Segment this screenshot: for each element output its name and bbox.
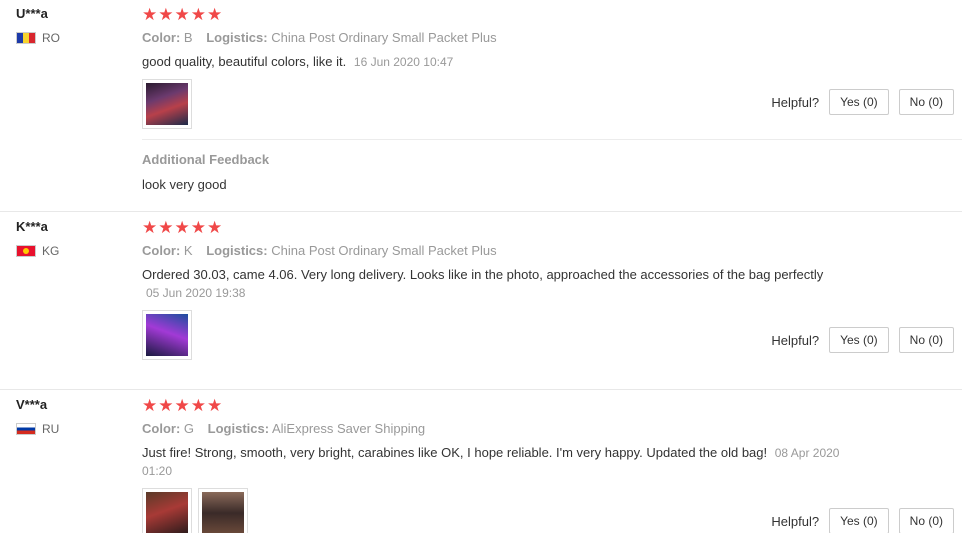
review-text: Ordered 30.03, came 4.06. Very long deli… [142,266,862,302]
star-rating: ★★★★★ [142,218,224,237]
helpful-yes-button[interactable]: Yes (0) [829,89,889,115]
helpful-vote: Helpful? Yes (0) No (0) [771,89,954,115]
helpful-no-button[interactable]: No (0) [898,89,954,115]
logistics-label: Logistics: [207,421,270,436]
helpful-label: Helpful? [771,513,820,529]
helpful-yes-button[interactable]: Yes (0) [829,508,889,533]
color-value: B [183,30,193,45]
country-code: RO [42,31,60,45]
review-photo-thumbnail[interactable] [198,488,248,533]
review-item: V***a RU ★★★★★ Color: G Logistics: AliEx… [0,391,962,533]
country-code: RU [42,422,60,436]
review-item: U***a RO ★★★★★ Color: B Logistics: China… [0,0,962,212]
helpful-vote: Helpful? Yes (0) No (0) [771,327,954,353]
helpful-no-button[interactable]: No (0) [898,508,954,533]
helpful-label: Helpful? [771,94,820,110]
reviewer-country: RU [16,422,126,436]
review-photo-thumbnail[interactable] [142,488,192,533]
helpful-vote: Helpful? Yes (0) No (0) [771,508,954,533]
review-date: 05 Jun 2020 19:38 [146,286,246,300]
review-body: Just fire! Strong, smooth, very bright, … [142,445,768,460]
romania-flag-icon [16,32,36,44]
review-text: Just fire! Strong, smooth, very bright, … [142,444,862,480]
logistics-label: Logistics: [206,30,268,45]
color-value: K [183,243,193,258]
reviewer-info: K***a KG [16,219,126,258]
divider [142,139,962,140]
logistics-value: AliExpress Saver Shipping [271,421,426,436]
additional-feedback-title: Additional Feedback [142,152,270,167]
color-label: Color: [142,421,181,436]
review-body: good quality, beautiful colors, like it. [142,54,347,69]
logistics-label: Logistics: [206,243,268,258]
photo-image [202,492,244,533]
review-photo-thumbnail[interactable] [142,310,192,360]
reviewer-name: V***a [16,397,48,412]
country-code: KG [42,244,60,258]
color-label: Color: [142,30,181,45]
logistics-value: China Post Ordinary Small Packet Plus [271,243,497,258]
star-rating: ★★★★★ [142,5,224,24]
review-body: Ordered 30.03, came 4.06. Very long deli… [142,267,824,282]
review-photo-thumbnail[interactable] [142,79,192,129]
reviewer-name: K***a [16,219,48,234]
color-label: Color: [142,243,181,258]
helpful-label: Helpful? [771,332,820,348]
review-meta: Color: G Logistics: AliExpress Saver Shi… [142,421,962,436]
russia-flag-icon [16,423,36,435]
reviewer-name: U***a [16,6,48,21]
photo-image [146,492,188,533]
review-text: good quality, beautiful colors, like it.… [142,53,862,71]
photo-image [146,314,188,356]
helpful-yes-button[interactable]: Yes (0) [829,327,889,353]
reviewer-country: KG [16,244,126,258]
reviewer-info: V***a RU [16,397,126,436]
color-value: G [183,421,195,436]
star-rating: ★★★★★ [142,396,224,415]
logistics-value: China Post Ordinary Small Packet Plus [271,30,497,45]
reviewer-info: U***a RO [16,6,126,45]
review-item: K***a KG ★★★★★ Color: K Logistics: China… [0,213,962,390]
additional-feedback-text: look very good [142,177,227,192]
review-date: 16 Jun 2020 10:47 [353,55,454,69]
helpful-no-button[interactable]: No (0) [898,327,954,353]
review-meta: Color: K Logistics: China Post Ordinary … [142,243,962,258]
reviewer-country: RO [16,31,126,45]
kyrgyzstan-flag-icon [16,245,36,257]
review-meta: Color: B Logistics: China Post Ordinary … [142,30,962,45]
photo-image [146,83,188,125]
